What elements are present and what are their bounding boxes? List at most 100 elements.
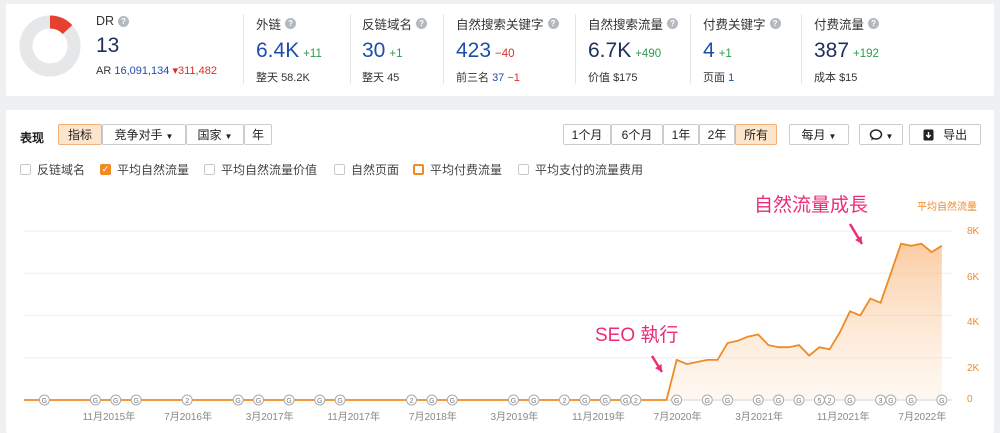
paid-traffic-value: 387 (814, 39, 850, 62)
help-icon[interactable]: ? (547, 18, 559, 29)
paid-keywords-label: 付费关键字 (703, 18, 766, 32)
y-tick: 4K (967, 317, 980, 328)
annotation-marker-label: G (623, 398, 628, 405)
annotation-marker-label: 2 (563, 398, 567, 405)
pages-label: 页面 (703, 72, 725, 84)
divider (350, 14, 351, 84)
annotation-marker-label: G (42, 398, 47, 405)
annotation-marker-label: 2 (828, 398, 832, 405)
annotation-marker-label: G (450, 398, 455, 405)
backlinks-sub-label: 整天 (256, 72, 278, 84)
annotation-seo-start: SEO 執行 (595, 325, 679, 346)
x-tick: 7月2018年 (408, 412, 457, 423)
help-icon[interactable]: ? (769, 18, 781, 29)
help-icon[interactable]: ? (667, 18, 679, 29)
dr-label: DR (96, 14, 115, 28)
metric-organic-keywords[interactable]: 自然搜索关键字? 423 −40 前三名 37 −1 (456, 14, 559, 85)
ar-value: 16,091,134 (114, 65, 170, 77)
y-tick: 6K (967, 272, 980, 283)
ar-label: AR (96, 65, 112, 77)
annotation-marker-label: 3 (879, 398, 883, 405)
organic-traffic-delta: +490 (635, 48, 662, 60)
x-tick: 7月2016年 (164, 412, 212, 423)
backlinks-value[interactable]: 6.4K (256, 39, 299, 62)
x-tick: 3月2017年 (245, 412, 294, 423)
top3-delta: −1 (507, 72, 520, 84)
ref-domains-sub-value: 45 (387, 72, 400, 84)
annotation-marker-label: 2 (185, 398, 189, 405)
metric-organic-traffic[interactable]: 自然搜索流量? 6.7K +490 价值 $175 (588, 14, 679, 85)
top3-label: 前三名 (456, 72, 489, 84)
series-area-avg-organic-traffic (24, 243, 942, 400)
metric-ref-domains[interactable]: 反链域名? 30 +1 整天 45 (362, 14, 428, 85)
organic-traffic-label: 自然搜索流量 (588, 18, 664, 32)
annotation-marker-label: 5 (817, 398, 821, 405)
annotation-marker-label: G (286, 398, 291, 405)
y-tick: 2K (967, 363, 980, 374)
x-tick: 11月2019年 (572, 412, 625, 423)
divider (801, 14, 802, 84)
x-tick: 11月2021年 (816, 412, 870, 423)
top3-value[interactable]: 37 (492, 72, 504, 84)
paid-traffic-label: 付费流量 (814, 18, 865, 32)
annotation-marker-label: G (582, 398, 587, 405)
annotation-marker-label: G (725, 398, 730, 405)
annotation-marker-label: G (796, 398, 801, 405)
x-tick: 3月2019年 (490, 412, 539, 423)
metrics-panel: DR? 13 AR 16,091,134 ▾311,482 外链? 6.4K +1… (6, 4, 994, 96)
annotation-marker-label: G (847, 398, 852, 405)
pages-value[interactable]: 1 (728, 72, 734, 84)
dr-donut-chart (19, 15, 81, 77)
dr-donut-arc (49, 15, 73, 35)
annotation-marker-label: G (133, 398, 138, 405)
annotation-marker-label: G (603, 398, 608, 405)
metric-paid-keywords[interactable]: 付费关键字? 4 +1 页面 1 (703, 14, 781, 85)
ref-domains-label: 反链域名 (362, 18, 413, 32)
paid-traffic-delta: +192 (853, 48, 879, 60)
organic-keywords-delta: −40 (495, 48, 515, 60)
metric-paid-traffic[interactable]: 付费流量? 387 +192 成本 $15 (814, 14, 880, 85)
traffic-value-amount: $175 (613, 72, 638, 84)
x-tick: 11月2015年 (82, 412, 136, 423)
metric-backlinks[interactable]: 外链? 6.4K +11 整天 58.2K (256, 14, 322, 85)
annotation-marker-label: G (429, 398, 434, 405)
annotation-marker-label: G (756, 398, 761, 405)
dr-value: 13 (96, 34, 120, 57)
divider (243, 14, 244, 84)
divider (575, 14, 576, 84)
paid-keywords-value[interactable]: 4 (703, 39, 715, 62)
annotation-marker-label: G (674, 398, 679, 405)
y-tick: 8K (967, 226, 980, 237)
paid-keywords-delta: +1 (718, 48, 732, 60)
backlinks-sub-value: 58.2K (281, 72, 310, 84)
help-icon[interactable]: ? (118, 15, 130, 27)
ref-domains-delta: +1 (389, 48, 403, 60)
annotation-marker-label: G (888, 398, 893, 405)
ar-delta: 311,482 (178, 65, 217, 77)
y-axis-title: 平均自然流量 (917, 202, 977, 213)
divider (443, 14, 444, 84)
traffic-value-label: 价值 (588, 72, 610, 84)
traffic-chart: GGGG2GGGGG2GGGG2GGG2GGGGGG52G3GGG (24, 223, 952, 406)
annotation-marker-label: G (531, 398, 536, 405)
x-tick: 7月2022年 (898, 412, 947, 423)
organic-traffic-value: 6.7K (588, 39, 632, 62)
backlinks-label: 外链 (256, 18, 282, 32)
ref-domains-value[interactable]: 30 (362, 39, 385, 62)
annotation-marker-label: G (93, 398, 98, 405)
backlinks-delta: +11 (303, 48, 322, 60)
cost-label: 成本 (814, 72, 836, 84)
help-icon[interactable]: ? (416, 18, 428, 29)
annotation-marker-label: G (113, 398, 118, 405)
divider (690, 14, 691, 84)
annotation-marker-label: 2 (634, 398, 638, 405)
annotation-marker-label: 2 (410, 398, 414, 405)
annotation-marker-label: G (908, 398, 913, 405)
annotation-marker-label: G (235, 398, 240, 405)
help-icon[interactable]: ? (868, 18, 880, 29)
organic-keywords-value[interactable]: 423 (456, 39, 491, 62)
annotation-marker-label: G (939, 398, 944, 405)
help-icon[interactable]: ? (285, 18, 297, 29)
x-tick: 3月2021年 (735, 412, 784, 423)
annotation-marker-label: G (705, 398, 710, 405)
